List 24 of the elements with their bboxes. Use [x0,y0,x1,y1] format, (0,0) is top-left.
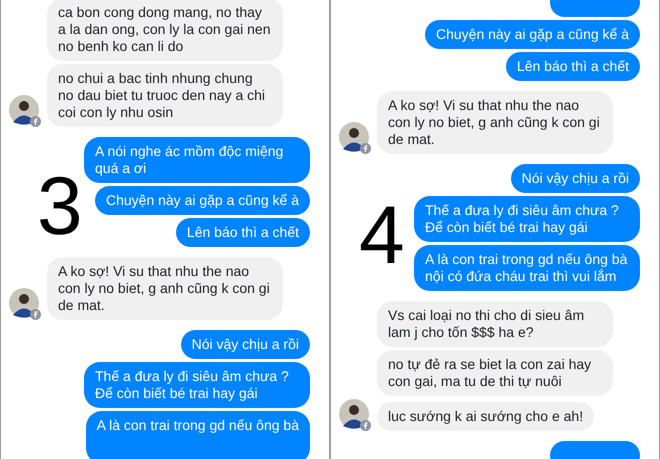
sent-message: A nói nghe ác mồm độc miệng quá a ơi [84,137,310,183]
facebook-badge-icon [360,143,371,154]
received-message: no tự đẻ ra se biet la con zai hay con gai, ma tu de thi tự nuôi [377,350,613,396]
received-message: no chui a bac tinh nhung chung no dau biet tu truoc den nay a chi coi con ly nhu osin [47,64,283,127]
sent-message: Chuyện này ai gặp a cũng kể à [94,186,310,215]
sent-message: Thế a đưa ly đi siêu âm chưa ? Để còn biết bé trai hay gái [84,362,310,408]
facebook-badge-icon [30,309,41,320]
sent-message: Nói vậy chịu a rồi [180,330,310,359]
sent-message: Lên báo thì a chết [506,52,640,81]
sent-message: Chuyện này ai gặp a cũng kể à [424,20,640,49]
panel-number: 4 [359,195,405,277]
facebook-badge-icon [30,116,41,127]
received-message: A ko sợ! Vi su that nhu the nao con ly no biet, g anh cũng k con gi de mat. [47,257,283,320]
received-message: Vs cai loại no thi cho di sieu âm lam j cho tốn $$$ ha e? [377,301,613,347]
sent-message: Nói vậy chịu a rồi [510,164,640,193]
sent-message: A là con trai trong gd nếu ông bà nội có đứa cháu trai thì vui lắm [414,245,640,291]
panel-number: 3 [37,166,83,248]
received-message: A ko sợ! Vi su that nhu the nao con ly no biet, g anh cũng k con gi de mat. [377,91,613,154]
facebook-badge-icon [360,420,371,431]
sent-message: Thế a đưa ly đi siêu âm chưa ? Để còn biết bé trai hay gái [414,196,640,242]
received-message: luc sướng k ai sướng cho e ah! [377,402,594,431]
sent-message: Lên báo thì a chết [176,218,310,247]
received-message: ca bon cong dong mang, no thay a la dan ong, con ly la con gai nen no benh ko can li do [47,0,283,61]
sent-message: A là con trai trong gd nếu ông bà [86,411,310,459]
